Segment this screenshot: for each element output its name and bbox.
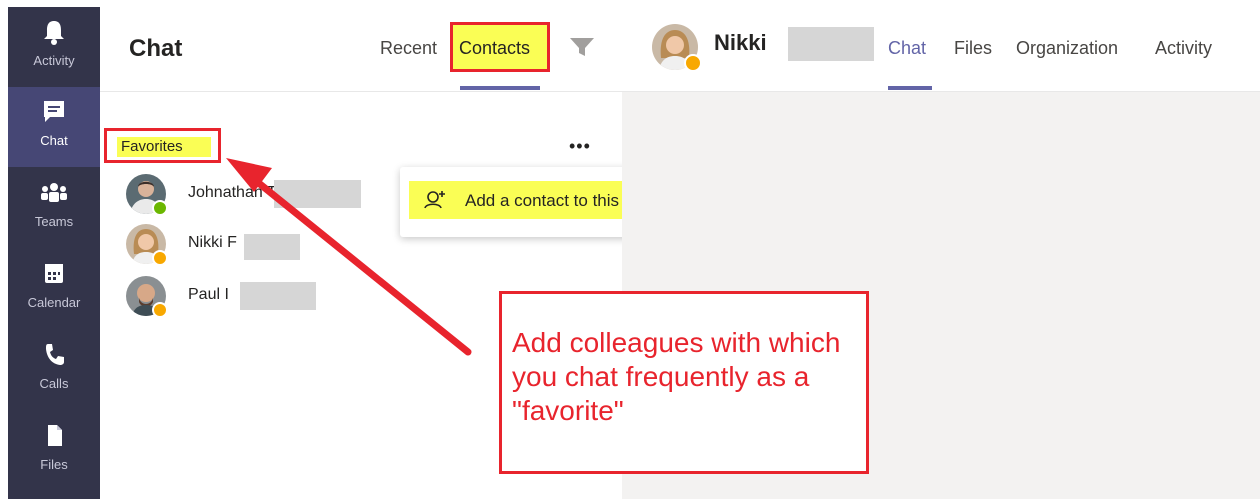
status-away-icon xyxy=(152,302,168,318)
redacted-surname xyxy=(244,234,300,260)
more-options-icon[interactable]: ••• xyxy=(569,136,591,157)
status-away-icon xyxy=(152,250,168,266)
status-away-icon xyxy=(684,54,702,72)
chat-list-header: Chat Recent Contacts xyxy=(100,0,622,92)
redacted-surname xyxy=(240,282,316,310)
rail-label: Teams xyxy=(34,214,74,229)
redacted-surname xyxy=(788,27,874,61)
tab-active-indicator xyxy=(888,86,932,90)
rail-label: Calls xyxy=(39,376,69,391)
tab-activity[interactable]: Activity xyxy=(1155,38,1212,59)
page-title: Chat xyxy=(129,35,183,62)
rail-item-calls[interactable]: Calls xyxy=(8,330,100,410)
contact-item[interactable]: Nikki F xyxy=(126,224,386,270)
contact-item[interactable]: Johnathan T xyxy=(126,174,386,220)
status-available-icon xyxy=(152,200,168,216)
calendar-icon xyxy=(45,264,63,283)
contact-name: Nikki F xyxy=(188,234,237,251)
favorites-highlight-box: Favorites xyxy=(104,128,221,163)
filter-icon[interactable] xyxy=(568,36,596,58)
chat-icon xyxy=(44,101,64,122)
contact-name: Paul I xyxy=(188,286,229,303)
rail-label: Chat xyxy=(40,133,68,148)
contact-name: Johnathan T xyxy=(188,184,277,201)
teams-icon xyxy=(41,183,67,202)
rail-item-calendar[interactable]: Calendar xyxy=(8,249,100,329)
tab-recent[interactable]: Recent xyxy=(380,38,437,59)
contact-item[interactable]: Paul I xyxy=(126,276,386,322)
tab-files[interactable]: Files xyxy=(954,38,992,59)
conversation-name: Nikki xyxy=(714,30,767,55)
rail-item-files[interactable]: Files xyxy=(8,411,100,491)
tab-organization[interactable]: Organization xyxy=(1016,38,1118,59)
rail-item-chat[interactable]: Chat xyxy=(8,87,100,167)
tab-chat[interactable]: Chat xyxy=(888,38,926,59)
favorites-group-label[interactable]: Favorites xyxy=(117,137,211,157)
tab-contacts[interactable]: Contacts xyxy=(459,38,530,59)
file-icon xyxy=(48,425,62,446)
phone-icon xyxy=(46,344,64,365)
rail-label: Calendar xyxy=(27,295,81,310)
rail-item-teams[interactable]: Teams xyxy=(8,168,100,248)
bell-icon xyxy=(44,21,64,45)
annotation-callout: Add colleagues with which you chat frequ… xyxy=(499,291,869,474)
rail-item-activity[interactable]: Activity xyxy=(8,7,100,87)
tab-active-indicator xyxy=(460,86,540,90)
rail-label: Files xyxy=(40,457,68,472)
redacted-surname xyxy=(274,180,361,208)
add-person-icon xyxy=(424,191,445,209)
conversation-header: Nikki Chat Files Organization Activity xyxy=(622,0,1260,92)
app-rail: Activity Chat Teams Calendar Calls Files xyxy=(8,7,100,499)
rail-label: Activity xyxy=(33,53,75,68)
